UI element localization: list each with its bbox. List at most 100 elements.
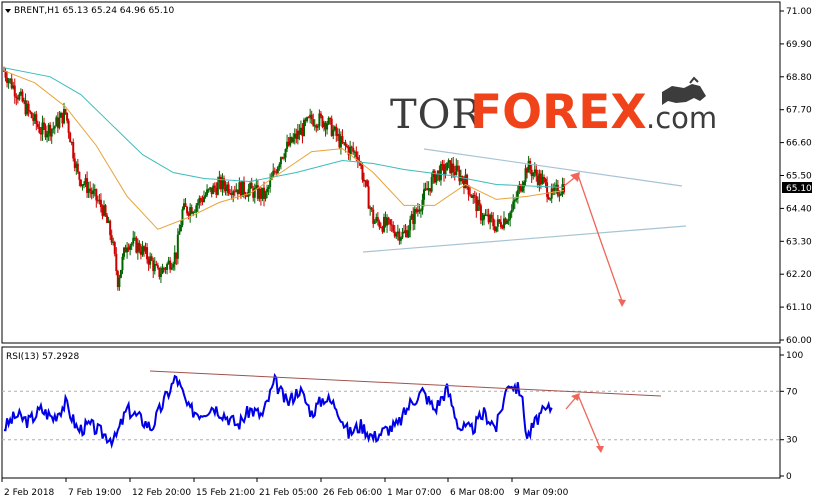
candle-body bbox=[78, 171, 81, 180]
candle-body bbox=[456, 165, 459, 171]
candle-body bbox=[206, 189, 209, 196]
candle-body bbox=[178, 231, 181, 235]
candle-body bbox=[352, 147, 355, 152]
candle-body bbox=[99, 199, 102, 208]
price-tick-label: 68.80 bbox=[786, 73, 812, 83]
candle-body bbox=[378, 221, 381, 228]
candle-body bbox=[532, 172, 535, 177]
candle-body bbox=[181, 209, 184, 225]
time-tick-label: 12 Feb 20:00 bbox=[132, 488, 191, 498]
price-tick-label: 71.00 bbox=[786, 7, 812, 17]
price-tick-label: 60.00 bbox=[786, 336, 812, 346]
candle-body bbox=[109, 220, 112, 236]
time-tick-label: 2 Feb 2018 bbox=[4, 488, 55, 498]
candle-body bbox=[303, 119, 305, 137]
candle-body bbox=[186, 206, 189, 214]
candle-body bbox=[207, 189, 210, 191]
candle-body bbox=[89, 188, 92, 192]
candle-body bbox=[543, 176, 545, 179]
candle-body bbox=[52, 128, 55, 130]
candle-body bbox=[266, 188, 269, 193]
candle-body bbox=[132, 237, 135, 244]
candle-body bbox=[166, 264, 169, 270]
candle-body bbox=[227, 184, 230, 193]
candle-body bbox=[264, 192, 267, 199]
candle-body bbox=[344, 142, 347, 147]
candle-body bbox=[478, 199, 481, 206]
candle-body bbox=[466, 174, 469, 186]
candle-body bbox=[64, 109, 67, 113]
rsi-tick-label: 30 bbox=[786, 436, 798, 446]
candle-body bbox=[29, 110, 32, 113]
candle-body bbox=[399, 237, 402, 241]
candle-body bbox=[439, 164, 442, 181]
candle-body bbox=[558, 195, 561, 197]
candle-body bbox=[559, 193, 562, 196]
candle-body bbox=[366, 180, 369, 187]
candle-body bbox=[319, 113, 322, 117]
candle-body bbox=[346, 146, 349, 148]
time-tick-label: 7 Feb 19:00 bbox=[68, 488, 122, 498]
candle-body bbox=[350, 146, 353, 148]
candle-body bbox=[13, 85, 16, 97]
candle-body bbox=[409, 219, 412, 231]
terminal-chart[interactable]: BRENT,H1 65.13 65.24 64.96 65.10 RSI(13)… bbox=[0, 0, 821, 504]
candle-body bbox=[250, 183, 253, 189]
candle-body bbox=[498, 219, 501, 222]
candle-body bbox=[170, 267, 173, 270]
candle-body bbox=[509, 212, 512, 220]
candle-body bbox=[392, 225, 395, 232]
candle-body bbox=[179, 224, 182, 232]
candle-body bbox=[15, 96, 18, 98]
candle-body bbox=[27, 103, 30, 111]
candle-body bbox=[292, 137, 295, 143]
candle-body bbox=[195, 205, 198, 212]
candle-body bbox=[419, 210, 422, 212]
candle-body bbox=[176, 234, 179, 259]
candle-body bbox=[115, 253, 118, 272]
rsi-tick-label: 0 bbox=[786, 472, 792, 482]
candle-body bbox=[499, 221, 502, 228]
candle-body bbox=[507, 219, 510, 221]
time-tick-label: 15 Feb 21:00 bbox=[196, 488, 255, 498]
candle-body bbox=[150, 256, 153, 261]
candle-body bbox=[479, 205, 482, 221]
candle-body bbox=[506, 220, 509, 224]
candle-body bbox=[529, 160, 532, 170]
candle-body bbox=[104, 205, 107, 216]
candle-body bbox=[512, 201, 515, 210]
candle-body bbox=[76, 163, 79, 172]
candle-body bbox=[273, 170, 276, 172]
price-panel[interactable] bbox=[1, 1, 781, 344]
candle-body bbox=[523, 181, 525, 188]
candle-body bbox=[370, 207, 373, 210]
candle-body bbox=[67, 120, 70, 133]
candle-body bbox=[310, 114, 313, 120]
candle-body bbox=[129, 245, 132, 250]
candle-body bbox=[395, 233, 398, 237]
candle-body bbox=[312, 119, 315, 126]
candle-body bbox=[389, 219, 392, 225]
candle-body bbox=[18, 94, 21, 100]
candle-body bbox=[119, 270, 122, 278]
candle-body bbox=[35, 114, 38, 124]
candle-body bbox=[58, 117, 61, 128]
candle-body bbox=[423, 189, 425, 200]
price-tick-label: 65.50 bbox=[786, 172, 812, 182]
price-tick-label: 62.20 bbox=[786, 270, 812, 280]
candle-body bbox=[155, 264, 158, 266]
candle-body bbox=[316, 126, 319, 128]
candle-body bbox=[492, 218, 495, 227]
candle-body bbox=[549, 198, 552, 200]
candle-body bbox=[490, 214, 493, 219]
candle-body bbox=[243, 180, 245, 194]
candle-body bbox=[53, 126, 56, 129]
candle-body bbox=[156, 265, 159, 268]
candle-body bbox=[535, 169, 538, 176]
price-tick-label: 63.30 bbox=[786, 237, 812, 247]
rsi-panel[interactable] bbox=[1, 346, 781, 479]
candle-body bbox=[326, 124, 329, 130]
candle-body bbox=[7, 80, 10, 83]
candle-body bbox=[110, 235, 113, 243]
candle-body bbox=[546, 182, 549, 197]
